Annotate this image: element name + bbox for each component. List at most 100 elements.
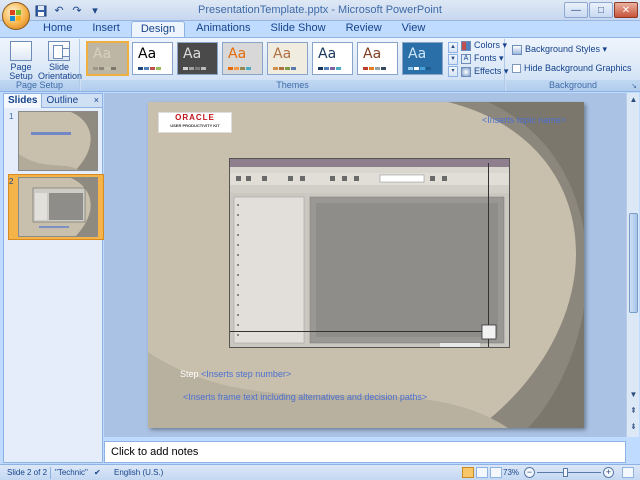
color-swatch (93, 67, 98, 70)
tab-design[interactable]: Design (130, 21, 186, 38)
minimize-icon: — (571, 4, 581, 16)
theme-sample-text: Aa (408, 46, 427, 62)
color-swatch (408, 67, 413, 70)
color-swatch (189, 67, 194, 70)
previous-slide-icon[interactable]: ⇞ (628, 405, 639, 416)
color-swatch (381, 67, 386, 70)
slide-sorter-view-button[interactable] (476, 467, 488, 478)
effects-button[interactable]: Effects ▾ (461, 66, 508, 77)
theme-thumbnail[interactable]: Aa (132, 42, 173, 75)
close-button[interactable]: ✕ (614, 2, 638, 18)
zoom-slider-thumb[interactable] (562, 468, 568, 477)
fonts-label: Fonts ▾ (474, 53, 504, 63)
color-swatch (201, 67, 206, 70)
slide-canvas[interactable]: ORACLE USER PRODUCTIVITY KIT <Inserts to… (148, 102, 584, 428)
slide-1-preview (19, 112, 97, 170)
slide-thumbnail-1[interactable] (18, 111, 98, 171)
color-swatch (138, 67, 143, 70)
background-group: Background Styles ▾ Hide Background Grap… (506, 39, 640, 91)
language-status[interactable]: English (U.S.) (114, 467, 163, 479)
checkbox-icon (512, 63, 521, 73)
gallery-down-icon[interactable]: ▼ (448, 54, 458, 65)
frame-text-placeholder[interactable]: <Inserts frame text including alternativ… (183, 392, 427, 402)
tab-insert[interactable]: Insert (83, 21, 129, 37)
color-swatch (318, 67, 323, 70)
next-slide-icon[interactable]: ⇟ (628, 421, 639, 432)
title-bar: ↶ ↷ ▾ PresentationTemplate.pptx - Micros… (0, 0, 640, 21)
office-button[interactable] (2, 2, 30, 30)
window-controls: — □ ✕ (564, 2, 638, 18)
theme-status: "Technic" (55, 468, 88, 477)
color-swatch (195, 67, 200, 70)
theme-thumbnail[interactable]: Aa (267, 42, 308, 75)
status-separator (50, 467, 51, 479)
theme-sample-text: Aa (138, 46, 157, 62)
normal-view-button[interactable] (462, 467, 474, 478)
maximize-button[interactable]: □ (589, 2, 613, 18)
notes-pane[interactable]: Click to add notes (104, 441, 626, 463)
tab-review[interactable]: Review (337, 21, 391, 37)
theme-thumbnail[interactable]: Aa (402, 42, 443, 75)
screenshot-image[interactable] (229, 158, 510, 348)
theme-thumbnail[interactable]: Aa (177, 42, 218, 75)
theme-sample-text: Aa (273, 46, 292, 62)
slide-position-status: Slide 2 of 2 (7, 468, 48, 477)
effects-label: Effects ▾ (474, 66, 509, 76)
spelling-check-icon[interactable]: ✔ (94, 467, 101, 479)
tab-slide-show[interactable]: Slide Show (262, 21, 335, 37)
close-icon: ✕ (621, 4, 631, 16)
fonts-button[interactable]: A Fonts ▾ (461, 53, 504, 64)
tab-animations[interactable]: Animations (187, 21, 259, 37)
step-number-placeholder: <Inserts step number> (201, 369, 292, 379)
tab-slides[interactable]: Slides (4, 94, 43, 108)
slides-pane: Slides Outline × 1 2 (3, 93, 104, 463)
scroll-up-icon[interactable]: ▲ (628, 94, 639, 105)
topic-placeholder[interactable]: <Inserts topic name> (482, 115, 566, 125)
theme-thumbnail[interactable]: Aa (357, 42, 398, 75)
tab-view[interactable]: View (393, 21, 435, 37)
colors-label: Colors ▾ (474, 40, 508, 50)
zoom-out-icon[interactable]: − (524, 467, 535, 478)
zoom-slider[interactable] (537, 472, 601, 473)
color-swatch (291, 67, 296, 70)
page-setup-button[interactable]: Page Setup (2, 41, 40, 81)
theme-color-swatches (273, 67, 296, 70)
fit-to-window-icon[interactable] (622, 467, 634, 478)
tab-outline[interactable]: Outline (42, 94, 82, 108)
hide-background-graphics-checkbox[interactable]: Hide Background Graphics (512, 63, 632, 73)
gallery-up-icon[interactable]: ▲ (448, 42, 458, 53)
slide-2-preview (19, 178, 97, 236)
zoom-level[interactable]: 73% (503, 467, 519, 479)
theme-thumbnail[interactable]: Aa (222, 42, 263, 75)
scroll-thumb[interactable] (629, 213, 638, 313)
fonts-icon: A (461, 53, 471, 64)
vertical-scrollbar[interactable]: ▲ ▼ ⇞ ⇟ (626, 93, 639, 437)
background-styles-button[interactable]: Background Styles ▾ (512, 44, 607, 55)
color-swatch (375, 67, 380, 70)
color-swatch (273, 67, 278, 70)
color-swatch (150, 67, 155, 70)
tab-home[interactable]: Home (34, 21, 81, 37)
theme-color-swatches (228, 67, 251, 70)
slide-thumbnail-2[interactable] (18, 177, 98, 237)
color-swatch (279, 67, 284, 70)
logo-main-text: ORACLE (175, 113, 215, 122)
color-swatch (426, 67, 431, 70)
effects-icon (461, 66, 471, 77)
color-swatch (336, 67, 341, 70)
gallery-more-icon[interactable]: ▾ (448, 66, 458, 77)
color-swatch (183, 67, 188, 70)
themes-group: Aa Aa Aa Aa Aa Aa Aa Aa ▲ ▼ ▾ Colors ▾ A Fonts … (81, 39, 508, 91)
minimize-button[interactable]: — (564, 2, 588, 18)
theme-thumbnail[interactable]: Aa (312, 42, 353, 75)
scroll-down-icon[interactable]: ▼ (628, 389, 639, 400)
close-pane-icon[interactable]: × (94, 94, 99, 107)
dialog-launcher-icon[interactable]: ↘ (631, 82, 637, 90)
theme-thumbnail[interactable]: Aa (86, 41, 129, 76)
colors-button[interactable]: Colors ▾ (461, 40, 507, 51)
zoom-in-icon[interactable]: + (603, 467, 614, 478)
step-label: Step (180, 369, 199, 379)
slide-show-view-button[interactable] (490, 467, 502, 478)
step-line[interactable]: Step <Inserts step number> (180, 369, 291, 379)
slide-orientation-icon (48, 41, 70, 61)
